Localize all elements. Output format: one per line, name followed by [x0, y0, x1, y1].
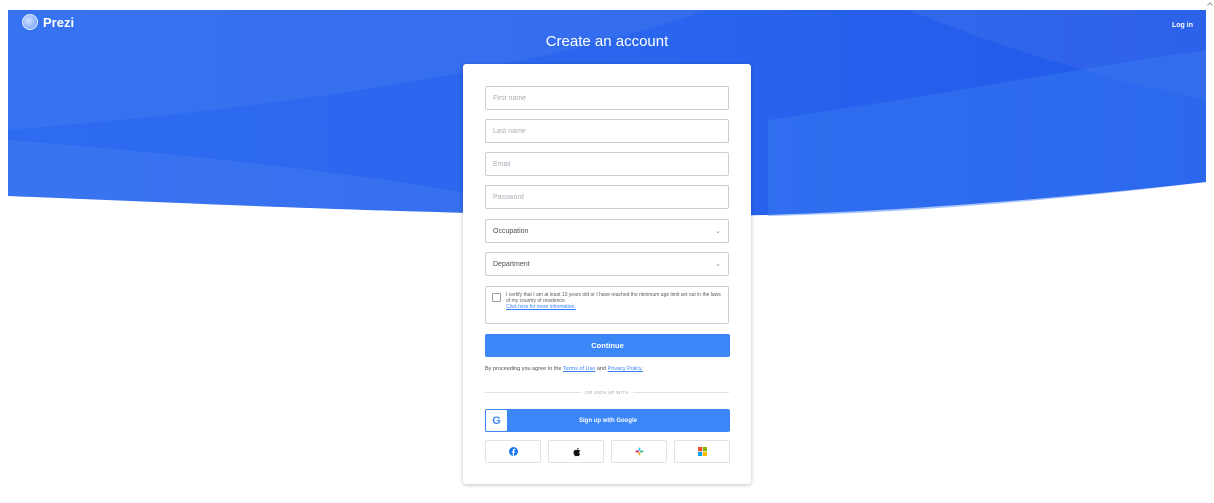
chevron-down-icon: ⌄ — [715, 261, 721, 268]
google-icon: G — [486, 410, 507, 431]
apple-signup-button[interactable] — [548, 440, 604, 463]
page-title: Create an account — [545, 33, 669, 50]
age-consent-checkbox[interactable] — [492, 293, 501, 302]
prezi-logo-icon — [22, 14, 38, 30]
prezi-logo[interactable]: Prezi — [22, 14, 74, 30]
terms-prefix: By proceeding you agree to the — [485, 366, 562, 372]
occupation-value: Occupation — [493, 227, 529, 235]
last-name-input[interactable] — [485, 119, 729, 143]
first-name-input[interactable] — [485, 86, 729, 110]
email-input[interactable] — [485, 152, 729, 176]
terms-notice: By proceeding you agree to the Terms of … — [485, 366, 745, 372]
age-consent-text: I certify that I am at least 13 years ol… — [506, 292, 722, 318]
social-signup-row — [485, 440, 730, 463]
facebook-icon — [508, 447, 518, 456]
divider-line-right — [632, 391, 730, 393]
scroll-up-indicator[interactable] — [1207, 2, 1213, 8]
department-value: Department — [493, 260, 530, 268]
google-signup-label: Sign up with Google — [579, 417, 637, 424]
slack-signup-button[interactable] — [611, 440, 667, 463]
signup-card: Occupation ⌄ Department ⌄ I certify that… — [463, 64, 751, 484]
age-consent: I certify that I am at least 13 years ol… — [485, 286, 729, 324]
microsoft-icon — [697, 447, 707, 456]
occupation-select[interactable]: Occupation ⌄ — [485, 219, 729, 243]
terms-of-use-link[interactable]: Terms of Use — [563, 366, 595, 372]
privacy-policy-link[interactable]: Privacy Policy. — [608, 366, 643, 372]
divider-text: OR SIGN UP WITH — [585, 389, 629, 395]
department-select[interactable]: Department ⌄ — [485, 252, 729, 276]
chevron-down-icon: ⌄ — [715, 228, 721, 235]
terms-and: and — [596, 366, 607, 372]
or-divider: OR SIGN UP WITH — [485, 388, 730, 396]
google-signup-button[interactable]: G Sign up with Google — [485, 409, 730, 432]
password-input[interactable] — [485, 185, 729, 209]
slack-icon — [634, 447, 644, 456]
apple-icon — [573, 447, 580, 456]
microsoft-signup-button[interactable] — [674, 440, 730, 463]
brand-name: Prezi — [43, 14, 75, 30]
continue-button[interactable]: Continue — [485, 334, 730, 357]
more-info-link[interactable]: Click here for more information. — [506, 304, 722, 310]
age-consent-label: I certify that I am at least 13 years ol… — [506, 292, 721, 305]
divider-line-left — [485, 391, 582, 393]
login-link[interactable]: Log in — [1172, 22, 1193, 29]
facebook-signup-button[interactable] — [485, 440, 541, 463]
